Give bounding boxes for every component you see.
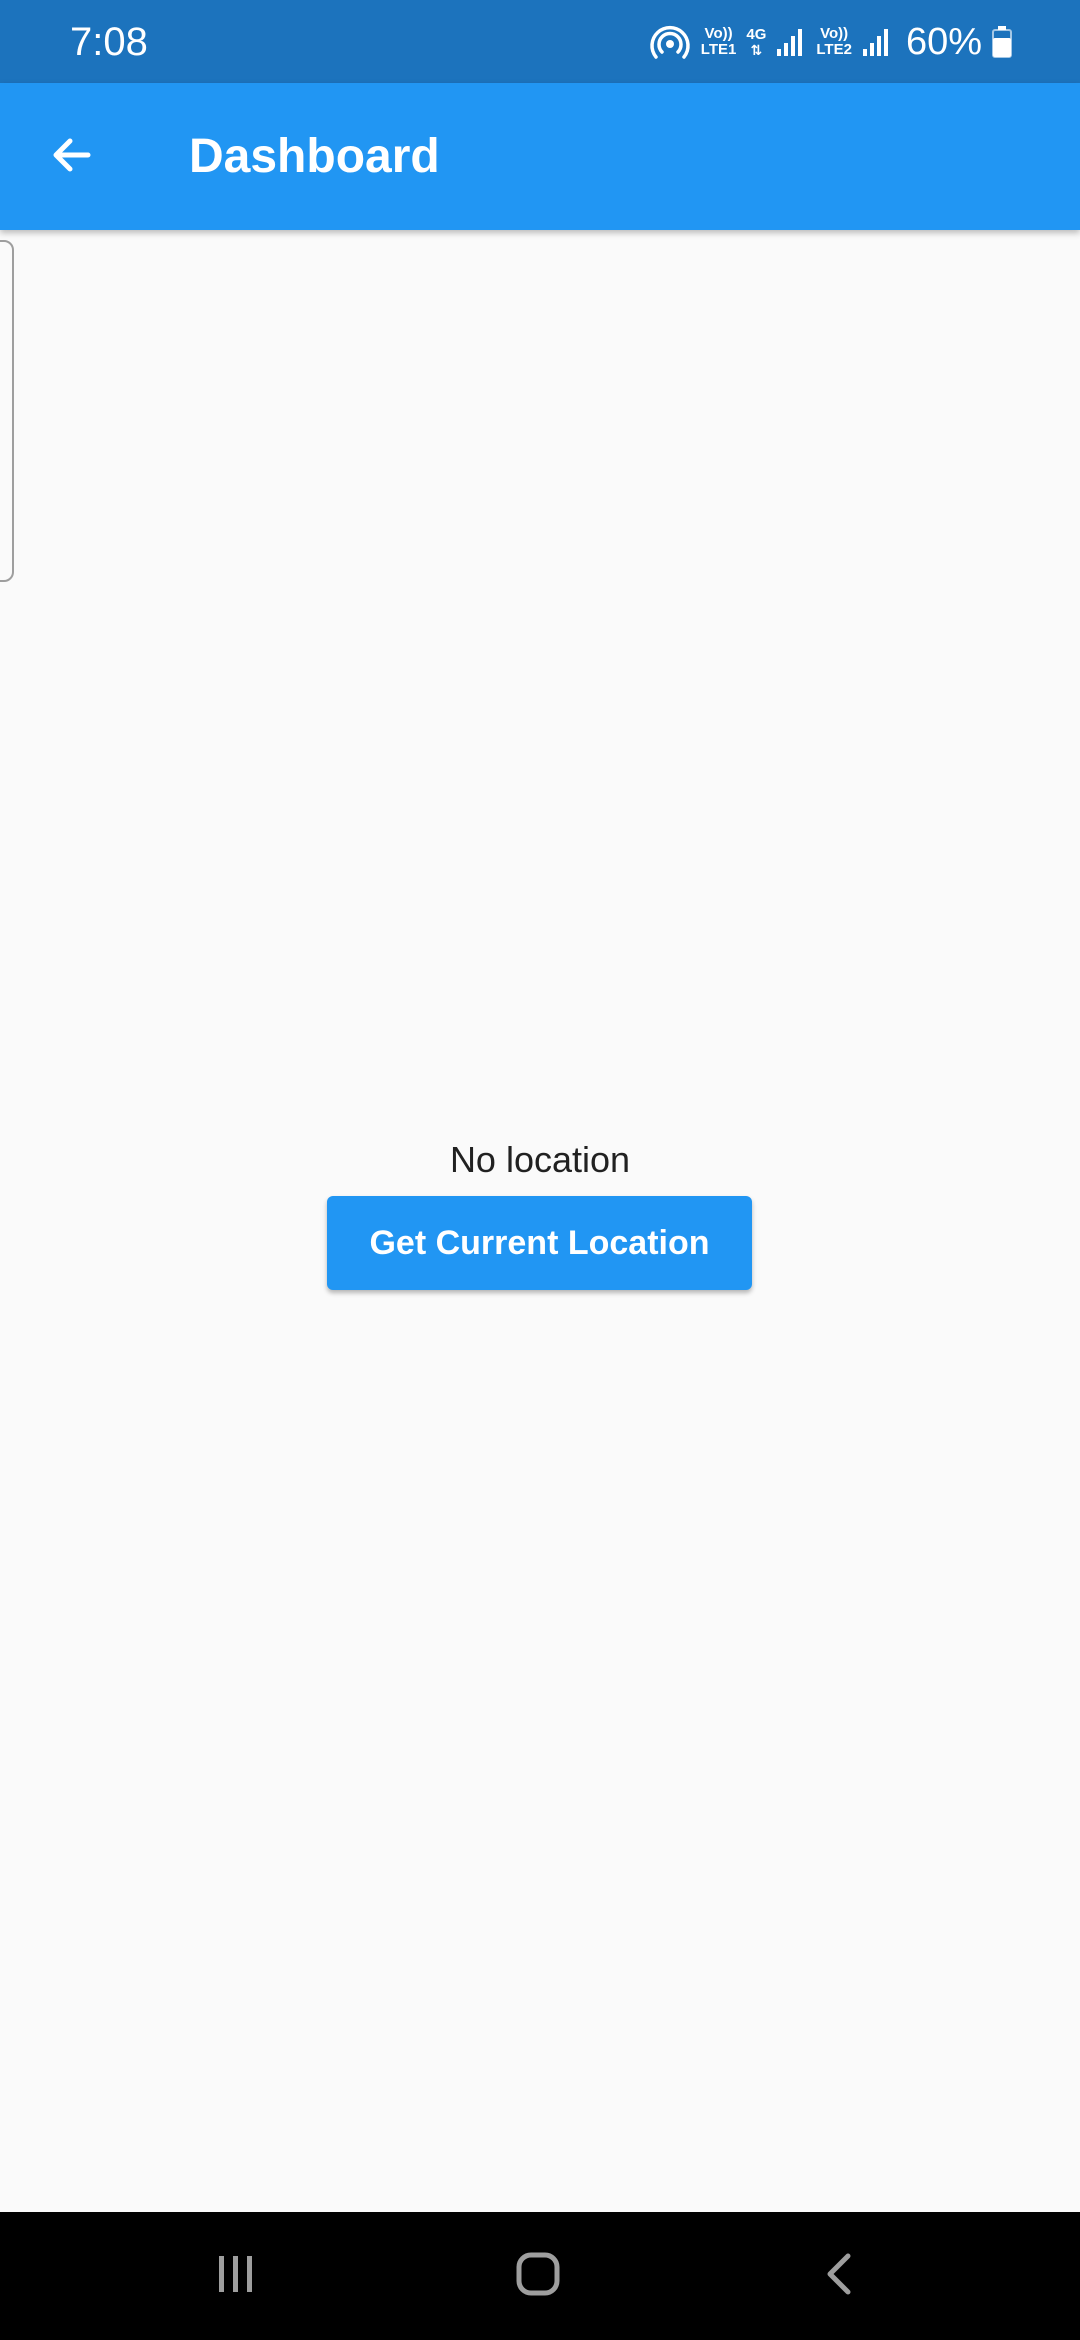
network-type-label: 4G	[746, 26, 767, 43]
app-bar: Dashboard	[0, 83, 1080, 230]
home-icon	[514, 2250, 562, 2303]
sim1-lte-label: LTE1	[700, 41, 737, 58]
recent-apps-button[interactable]	[186, 2236, 286, 2316]
location-status-text: No location	[449, 1139, 631, 1180]
back-button[interactable]	[32, 117, 112, 197]
status-icons: Vo)) LTE1 4G ⇅ Vo)) LTE2 60%	[649, 18, 1012, 66]
sim1-volte-label: Vo))	[704, 25, 733, 42]
status-time: 7:08	[70, 20, 148, 64]
recent-apps-icon	[214, 2252, 258, 2301]
signal-icon	[776, 27, 806, 57]
signal-icon	[862, 27, 892, 57]
home-button[interactable]	[488, 2236, 588, 2316]
arrow-back-icon	[48, 131, 96, 184]
system-nav-bar	[0, 2212, 1080, 2340]
sim2-label: Vo)) LTE2	[816, 26, 852, 58]
main-content: No location Get Current Location	[0, 230, 1080, 2212]
sim2-volte-label: Vo))	[820, 25, 849, 42]
network-type: 4G ⇅	[746, 26, 767, 58]
get-current-location-button[interactable]: Get Current Location	[327, 1196, 752, 1290]
sim1-label: Vo)) LTE1	[701, 26, 737, 58]
battery-icon	[992, 26, 1012, 58]
page-title: Dashboard	[189, 130, 440, 183]
battery-percent: 60%	[905, 21, 982, 63]
back-icon	[818, 2252, 862, 2301]
screen: 7:08 Vo)) LTE1 4G ⇅ Vo)) LTE2 60% Dashbo…	[0, 0, 1080, 2340]
nav-back-button[interactable]	[790, 2236, 890, 2316]
sim2-lte-label: LTE2	[816, 41, 852, 58]
hotspot-icon	[649, 24, 691, 60]
status-bar: 7:08 Vo)) LTE1 4G ⇅ Vo)) LTE2 60%	[0, 0, 1080, 83]
data-arrows-icon: ⇅	[750, 42, 763, 58]
